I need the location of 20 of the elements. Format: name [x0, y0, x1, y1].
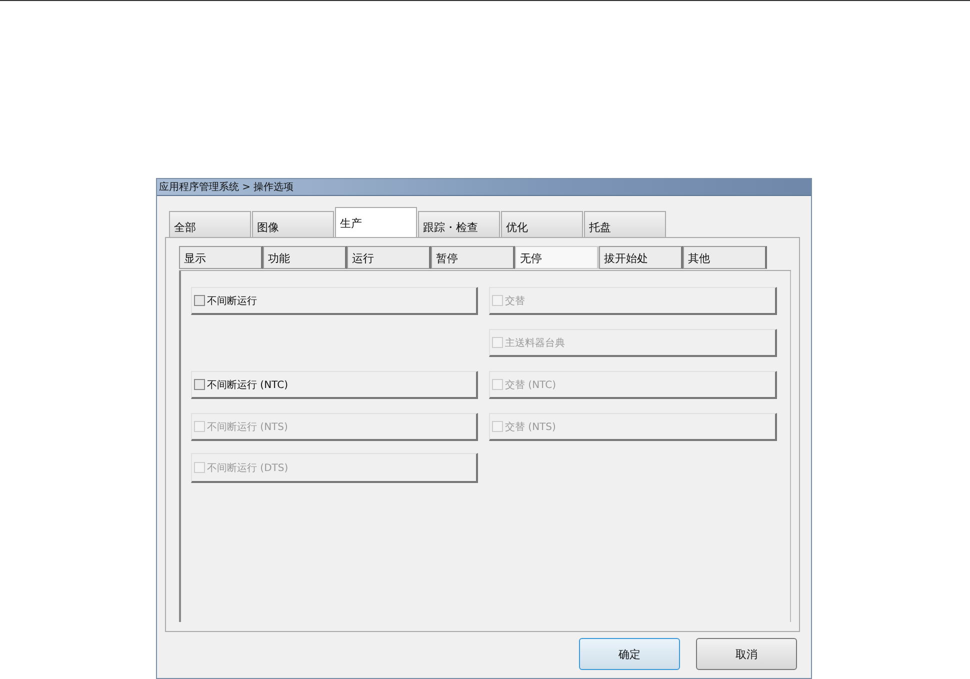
sub-tab[interactable]: 拔开始处 — [599, 246, 683, 269]
sub-tab[interactable]: 暂停 — [431, 246, 515, 269]
ok-button[interactable]: 确定 — [579, 638, 680, 670]
sub-tab[interactable]: 功能 — [263, 246, 347, 269]
option-toggle-button[interactable]: 不间断运行 — [191, 287, 478, 315]
sub-tab[interactable]: 其他 — [683, 246, 767, 269]
tab[interactable]: 全部 — [169, 211, 251, 237]
tab[interactable]: 托盘 — [584, 211, 666, 237]
sub-tab[interactable]: 无停 — [515, 246, 599, 269]
checkbox[interactable] — [194, 379, 205, 390]
tab[interactable]: 跟踪・检查 — [418, 211, 500, 237]
checkbox[interactable] — [194, 295, 205, 306]
tab[interactable]: 优化 — [501, 211, 583, 237]
window-title: 应用程序管理系统 > 操作选项 — [159, 180, 294, 194]
sub-tab[interactable]: 运行 — [347, 246, 431, 269]
option-toggle-button[interactable]: 不间断运行 (NTC) — [191, 371, 478, 399]
sub-tab[interactable]: 显示 — [179, 246, 263, 269]
tab[interactable]: 图像 — [252, 211, 334, 237]
tab[interactable]: 生产 — [335, 207, 417, 237]
cancel-button[interactable]: 取消 — [696, 638, 797, 670]
